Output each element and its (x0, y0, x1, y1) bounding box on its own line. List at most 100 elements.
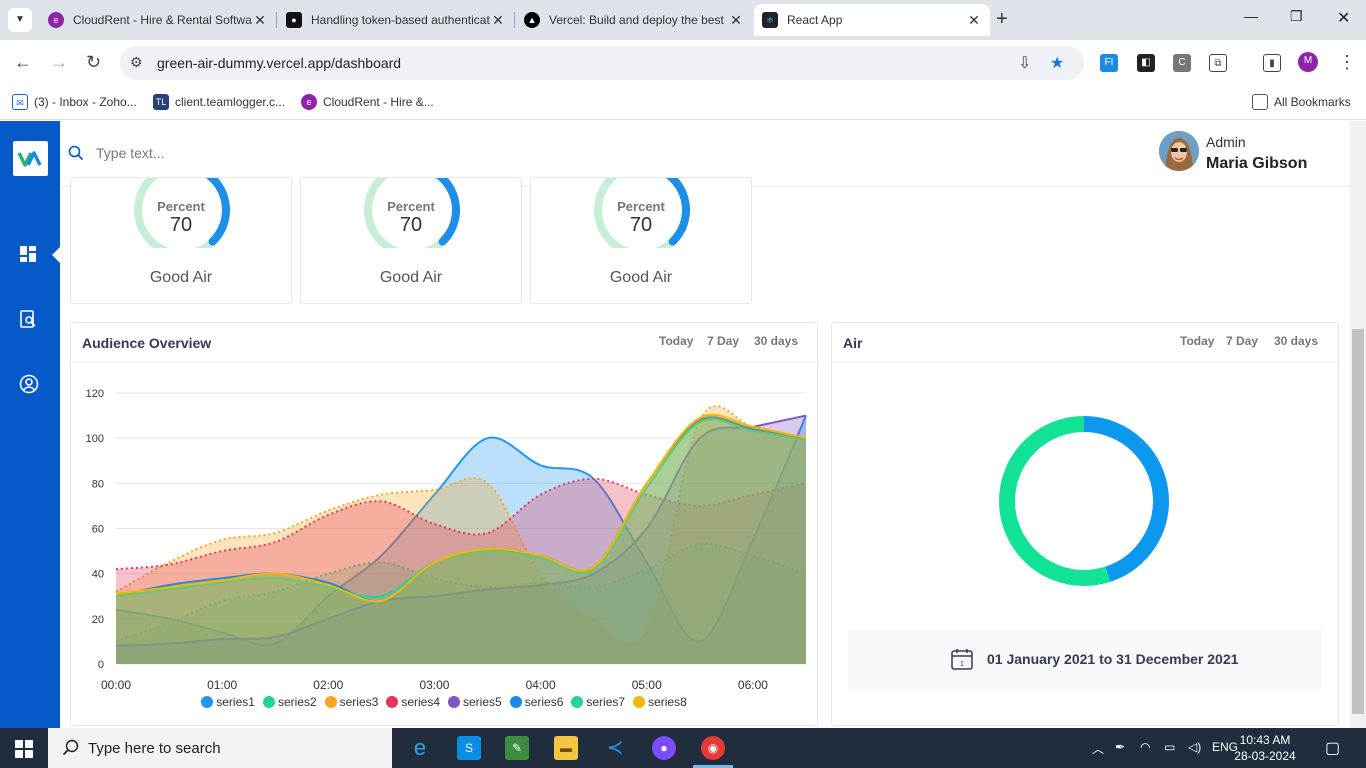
user-name: Maria Gibson (1206, 155, 1308, 172)
battery-icon[interactable]: ▭ (1164, 740, 1175, 754)
taskbar-clock[interactable]: 10:43 AM 28-03-2024 (1225, 732, 1305, 764)
chrome-icon[interactable]: ◉ (701, 736, 725, 760)
panel-title: Air (843, 335, 863, 351)
dashboard-grid-icon[interactable] (19, 245, 39, 265)
close-tab-icon[interactable]: ✕ (490, 12, 506, 29)
bookmark-star-icon[interactable]: ★ (1050, 53, 1064, 73)
legend-marker (448, 696, 460, 708)
restore-icon[interactable]: ❐ (1290, 8, 1303, 25)
skype-icon[interactable]: S (457, 736, 481, 760)
bookmark-label: CloudRent - Hire &... (323, 95, 434, 109)
user-photo-icon (1159, 131, 1199, 171)
legend-item-series4[interactable]: series4 (386, 695, 440, 709)
close-tab-icon[interactable]: ✕ (728, 12, 744, 29)
taskbar-search-box[interactable]: Type here to search (48, 728, 392, 768)
legend-label: series4 (401, 695, 440, 709)
notifications-icon[interactable]: ▢ (1325, 738, 1340, 758)
air-panel: Air Today 7 Day 30 days 1 01 January 202… (831, 322, 1339, 726)
install-app-icon[interactable]: ⇩ (1018, 53, 1031, 73)
side-panel-icon[interactable]: ▮ (1263, 54, 1281, 72)
legend-item-series6[interactable]: series6 (509, 695, 563, 709)
gauge-card: Percent 70 Good Air (530, 177, 752, 304)
range-today-button[interactable]: Today (1180, 334, 1214, 348)
x-tick-label: 01:00 (207, 678, 237, 692)
report-search-icon[interactable] (19, 309, 39, 329)
menu-kebab-icon[interactable]: ⋮ (1338, 52, 1356, 73)
legend-item-series3[interactable]: series3 (324, 695, 378, 709)
y-tick-label: 60 (92, 524, 104, 536)
bookmark-cloudrent[interactable]: e CloudRent - Hire &... (301, 94, 434, 110)
reload-icon[interactable]: ↻ (86, 52, 101, 73)
tab-search-chevron-icon[interactable]: ▼ (8, 8, 32, 32)
all-bookmarks[interactable]: All Bookmarks (1252, 94, 1351, 110)
app-logo[interactable] (13, 141, 48, 176)
bookmarks-bar: ✉ (3) - Inbox - Zoho... TL client.teamlo… (0, 86, 1366, 120)
address-bar[interactable]: ⚙ green-air-dummy.vercel.app/dashboard ⇩… (120, 46, 1084, 80)
range-7-day-button[interactable]: 7 Day (1226, 334, 1258, 348)
edge-icon[interactable]: e (408, 736, 432, 760)
legend-label: series1 (216, 695, 255, 709)
volume-icon[interactable]: ◁) (1188, 740, 1201, 754)
wifi-icon[interactable]: ◠ (1140, 740, 1150, 754)
profile-avatar[interactable]: M (1298, 52, 1318, 72)
site-info-icon[interactable]: ⚙ (130, 54, 143, 71)
range-7-day-button[interactable]: 7 Day (707, 334, 739, 348)
legend-marker (262, 696, 275, 708)
clock-date: 28-03-2024 (1234, 749, 1296, 763)
browser-tab-cloudrent[interactable]: e CloudRent - Hire & Rental Software ✕ (40, 4, 276, 36)
tab-title: Vercel: Build and deploy the best (549, 13, 724, 27)
tray-chevron-up-icon[interactable]: ︿ (1092, 740, 1104, 757)
close-tab-icon[interactable]: ✕ (966, 12, 982, 29)
file-explorer-icon[interactable]: ▬ (554, 736, 578, 760)
y-tick-label: 20 (92, 614, 104, 626)
scrollbar-thumb[interactable] (1352, 329, 1364, 714)
windows-start-icon[interactable] (15, 740, 33, 758)
legend-item-series5[interactable]: series5 (448, 695, 502, 709)
x-tick-label: 03:00 (419, 678, 449, 692)
legend-item-series2[interactable]: series2 (262, 695, 317, 709)
legend-marker (509, 696, 522, 708)
browser-tab-vercel[interactable]: ▲ Vercel: Build and deploy the best ✕ (516, 4, 752, 36)
browser-tab-token-auth[interactable]: ● Handling token-based authentication ✕ (278, 4, 514, 36)
legend-item-series1[interactable]: series1 (201, 695, 255, 709)
url-text: green-air-dummy.vercel.app/dashboard (157, 55, 402, 71)
react-favicon-icon: ⚛ (762, 12, 778, 28)
legend-marker (386, 696, 399, 708)
close-tab-icon[interactable]: ✕ (252, 12, 268, 29)
github-desktop-icon[interactable]: ● (652, 736, 676, 760)
forward-arrow-icon[interactable]: → (50, 52, 68, 73)
svg-text:1: 1 (960, 661, 964, 668)
extension-dark-icon[interactable]: ◧ (1137, 54, 1155, 72)
avatar[interactable] (1159, 131, 1199, 171)
pen-icon[interactable]: ✒ (1115, 740, 1125, 754)
range-30-days-button[interactable]: 30 days (754, 334, 798, 348)
bookmark-teamlogger[interactable]: TL client.teamlogger.c... (153, 94, 285, 110)
browser-tab-react-app[interactable]: ⚛ React App ✕ (754, 4, 990, 36)
legend-marker (201, 696, 214, 708)
legend-item-series8[interactable]: series8 (633, 695, 687, 709)
teamlogger-icon: TL (153, 94, 169, 110)
extension-fi-icon[interactable]: FI (1100, 54, 1118, 72)
vscode-icon[interactable]: ≺ (603, 736, 627, 760)
page-scrollbar[interactable] (1350, 121, 1366, 728)
x-tick-label: 00:00 (101, 678, 131, 692)
new-tab-plus-icon[interactable]: + (996, 8, 1008, 31)
legend-item-series7[interactable]: series7 (571, 695, 625, 709)
range-30-days-button[interactable]: 30 days (1274, 334, 1318, 348)
minimize-icon[interactable]: — (1244, 8, 1258, 24)
air-donut-chart (999, 416, 1169, 586)
back-arrow-icon[interactable]: ← (14, 52, 32, 73)
extension-c-icon[interactable]: C (1173, 54, 1191, 72)
gauge-value: 70 (399, 214, 423, 236)
y-tick-label: 120 (86, 388, 104, 400)
search-input[interactable] (96, 142, 396, 164)
gauge-card: Percent 70 Good Air (70, 177, 292, 304)
tab-title: React App (787, 13, 843, 27)
user-profile-icon[interactable] (19, 374, 39, 394)
close-window-icon[interactable]: ✕ (1337, 8, 1350, 28)
notepad-icon[interactable]: ✎ (505, 736, 529, 760)
bookmark-zoho-inbox[interactable]: ✉ (3) - Inbox - Zoho... (12, 94, 137, 110)
extensions-puzzle-icon[interactable]: ⧉ (1209, 54, 1227, 72)
range-today-button[interactable]: Today (659, 334, 693, 348)
date-range-box[interactable]: 1 01 January 2021 to 31 December 2021 (848, 629, 1322, 689)
